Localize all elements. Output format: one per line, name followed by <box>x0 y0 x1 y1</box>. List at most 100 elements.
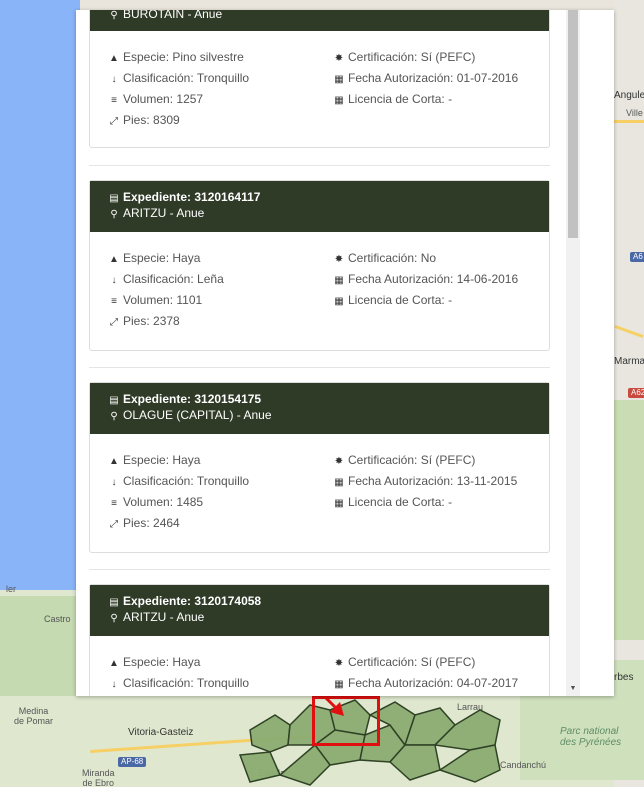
card-location: ARITZU - Anue <box>123 610 205 624</box>
certificate-icon: ✸ <box>334 53 344 64</box>
card-expediente: 3120164117 <box>194 190 261 204</box>
scrollbar-thumb[interactable] <box>568 10 578 238</box>
field-especie: ▲ Especie: Haya <box>108 652 249 673</box>
field-certificacion: ✸ Certificación: Sí (PEFC) <box>333 47 518 68</box>
map-label-medina: Medina de Pomar <box>14 706 54 726</box>
scrollbar[interactable]: ▼ <box>566 10 580 696</box>
database-icon: ≡ <box>111 296 117 307</box>
calendar-icon: ▦ <box>334 679 344 690</box>
field-volumen: ≡ Volumen: 1485 <box>108 492 249 513</box>
map-label-angulema: Angule <box>614 90 644 101</box>
field-volumen: ≡ Volumen: 1257 <box>108 89 249 110</box>
field-certificacion: ✸ Certificación: No <box>333 248 518 269</box>
field-licencia: ▦ Licencia de Corta: - <box>333 89 518 110</box>
divider <box>89 165 550 166</box>
result-card[interactable]: ▤ Expediente: 3120174058 ⚲ ARITZU - Anue ▲… <box>89 584 550 696</box>
card-body: ▲ Especie: Haya ↓ Clasificación: Tronquill… <box>90 434 549 530</box>
field-volumen: ≡ Volumen: 1101 <box>108 290 224 311</box>
field-licencia: ▦ Licencia de Corta: - <box>333 290 518 311</box>
field-certificacion: ✸ Certificación: Sí (PEFC) <box>333 652 518 673</box>
sort-alpha-icon: ↓ <box>111 477 117 488</box>
field-clasificacion: ↓ Clasificación: Tronquillo <box>108 68 250 89</box>
card-header: ⚲ BUROTAIN - Anue <box>90 10 549 31</box>
certificate-icon: ✸ <box>334 658 344 669</box>
database-icon: ≡ <box>111 95 117 106</box>
file-text-icon: ▤ <box>109 193 119 204</box>
card-location: BUROTAIN - Anue <box>123 10 223 21</box>
card-location: ARITZU - Anue <box>123 206 205 220</box>
database-icon: ≡ <box>111 498 117 509</box>
field-certificacion: ✸ Certificación: Sí (PEFC) <box>333 450 517 471</box>
result-card[interactable]: ▤ Expediente: 3120164117 ⚲ ARITZU - Anue ▲… <box>89 180 550 351</box>
scroll-down-icon[interactable]: ▼ <box>566 682 580 696</box>
card-expediente: 3120154175 <box>194 392 262 406</box>
card-header: ▤ Expediente: 3120154175 ⚲ OLAGUE (CAPITAL… <box>90 383 549 434</box>
calendar-icon: ▦ <box>334 296 344 307</box>
sea-area <box>0 0 80 620</box>
tree-icon: ▲ <box>109 53 119 64</box>
field-pies: ⤢ Pies: 8309 <box>108 110 249 131</box>
field-fecha: ▦ Fecha Autorización: 01-07-2016 <box>333 68 518 89</box>
map-label-ville: Ville <box>626 108 643 118</box>
divider <box>89 569 550 570</box>
calendar-icon: ▦ <box>334 498 344 509</box>
divider <box>89 367 550 368</box>
card-header: ▤ Expediente: 3120174058 ⚲ ARITZU - Anue <box>90 585 549 636</box>
field-clasificacion: ↓ Clasificación: Tronquillo <box>108 471 250 492</box>
map-label-parc: Parc national des Pyrénées <box>560 726 622 748</box>
map-marker-icon: ⚲ <box>110 411 118 422</box>
highlight-box <box>312 696 380 746</box>
road-shield-a6: A6 <box>630 252 644 262</box>
expand-icon: ⤢ <box>110 116 118 127</box>
expand-icon: ⤢ <box>110 317 118 328</box>
file-text-icon: ▤ <box>109 395 119 406</box>
field-licencia: ▦ Licencia de Corta: - <box>333 492 517 513</box>
map-label-miranda: Miranda de Ebro <box>82 768 115 787</box>
calendar-icon: ▦ <box>334 95 344 106</box>
card-body: ▲ Especie: Pino silvestre ↓ Clasificación:… <box>90 31 549 127</box>
tree-icon: ▲ <box>109 456 119 467</box>
map-label-ler: ler <box>6 584 17 594</box>
sort-alpha-icon: ↓ <box>111 679 117 690</box>
road <box>614 120 644 123</box>
tree-icon: ▲ <box>109 658 119 669</box>
map-label-marmande: Marmar <box>614 356 644 367</box>
map-marker-icon: ⚲ <box>110 613 118 624</box>
map-label-vitoria: Vitoria-Gasteiz <box>128 727 194 738</box>
forest-parcels-overlay[interactable] <box>230 690 530 787</box>
field-fecha: ▦ Fecha Autorización: 14-06-2016 <box>333 269 518 290</box>
card-location: OLAGUE (CAPITAL) - Anue <box>123 408 272 422</box>
expand-icon: ⤢ <box>110 519 118 530</box>
calendar-icon: ▦ <box>334 275 344 286</box>
sort-alpha-icon: ↓ <box>111 275 117 286</box>
field-especie: ▲ Especie: Haya <box>108 248 224 269</box>
field-fecha: ▦ Fecha Autorización: 13-11-2015 <box>333 471 517 492</box>
map-label-arbes: rbes <box>614 672 634 683</box>
field-especie: ▲ Especie: Pino silvestre <box>108 47 249 68</box>
field-fecha: ▦ Fecha Autorización: 04-07-2017 <box>333 673 518 694</box>
road-shield-ap68: AP-68 <box>118 757 147 767</box>
calendar-icon: ▦ <box>334 477 344 488</box>
field-clasificacion: ↓ Clasificación: Leña <box>108 269 224 290</box>
field-especie: ▲ Especie: Haya <box>108 450 249 471</box>
card-body: ▲ Especie: Haya ↓ Clasificación: Tronquill… <box>90 636 549 690</box>
card-body: ▲ Especie: Haya ↓ Clasificación: Leña ≡ Vol… <box>90 232 549 328</box>
file-text-icon: ▤ <box>109 597 119 608</box>
map-label-castro: Castro <box>44 614 71 624</box>
certificate-icon: ✸ <box>334 254 344 265</box>
result-card[interactable]: ⚲ BUROTAIN - Anue ▲ Especie: Pino silvestr… <box>89 10 550 148</box>
field-clasificacion: ↓ Clasificación: Tronquillo <box>108 673 250 694</box>
map-marker-icon: ⚲ <box>110 10 118 21</box>
road-shield-a62: A62 <box>628 388 644 398</box>
tree-icon: ▲ <box>109 254 119 265</box>
field-pies: ⤢ Pies: 2464 <box>108 513 249 534</box>
card-header: ▤ Expediente: 3120164117 ⚲ ARITZU - Anue <box>90 181 549 232</box>
map-marker-icon: ⚲ <box>110 209 118 220</box>
card-expediente: 3120174058 <box>194 594 262 608</box>
result-card[interactable]: ▤ Expediente: 3120154175 ⚲ OLAGUE (CAPITAL… <box>89 382 550 553</box>
sort-alpha-icon: ↓ <box>111 74 117 85</box>
results-panel[interactable]: ⚲ BUROTAIN - Anue ▲ Especie: Pino silvestr… <box>76 10 614 696</box>
calendar-icon: ▦ <box>334 74 344 85</box>
field-pies: ⤢ Pies: 2378 <box>108 311 224 332</box>
certificate-icon: ✸ <box>334 456 344 467</box>
